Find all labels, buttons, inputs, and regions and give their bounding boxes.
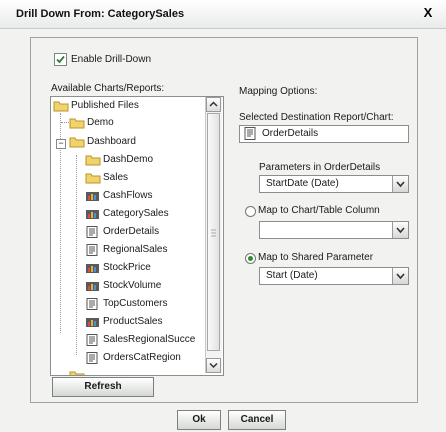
tree-item-label: ProductSales [103, 316, 163, 327]
tree-item-label: DashDemo [103, 154, 154, 165]
enable-drilldown-checkbox[interactable] [54, 53, 67, 66]
chart-icon [85, 316, 101, 334]
title-bar: Drill Down From: CategorySales X [0, 0, 446, 29]
tree-item-label: CashFlows [103, 190, 153, 201]
ok-button[interactable]: Ok [177, 410, 221, 430]
close-icon[interactable]: X [420, 5, 436, 21]
tree-item-label: OrdersCatRegion [103, 352, 181, 363]
tree-item-label: RegionalSales [103, 244, 168, 255]
destination-field[interactable]: OrderDetails [239, 125, 409, 143]
folder-icon [69, 370, 85, 375]
tree-item-label: StockPrice [103, 262, 151, 273]
tree-item-label: OrderDetails [103, 226, 160, 237]
tree-item-label: Demo [87, 117, 114, 128]
dropdown-button[interactable] [392, 268, 408, 284]
map-column-radio[interactable] [245, 206, 256, 217]
map-shared-radio[interactable] [245, 253, 256, 264]
report-icon [85, 226, 101, 244]
collapse-toggle-icon[interactable]: − [56, 139, 66, 149]
chart-icon [85, 208, 101, 226]
tree-item-label: Dashboard [87, 136, 136, 147]
chevron-up-icon [209, 101, 218, 107]
tree-scrollbar[interactable] [205, 97, 222, 373]
chevron-down-icon [209, 362, 218, 369]
chart-icon [85, 280, 101, 298]
map-shared-label: Map to Shared Parameter [258, 252, 374, 263]
tree-item-label: Sales [103, 172, 129, 183]
grip-icon [211, 229, 216, 237]
chevron-down-icon [396, 227, 405, 234]
folder-icon [85, 172, 101, 190]
folder-icon [85, 154, 101, 172]
chart-icon [85, 190, 101, 208]
chevron-down-icon [396, 181, 405, 188]
map-column-select[interactable] [259, 221, 409, 239]
destination-value: OrderDetails [262, 128, 319, 139]
parameters-value: StartDate (Date) [266, 178, 339, 189]
tree-connector [76, 155, 77, 355]
tree-item-label: Published Files [71, 100, 139, 111]
report-icon [85, 334, 101, 352]
enable-drilldown-label: Enable Drill-Down [71, 54, 152, 65]
parameters-select[interactable]: StartDate (Date) [259, 175, 409, 193]
map-shared-value: Start (Date) [266, 270, 318, 281]
folder-icon [69, 117, 85, 135]
dropdown-button[interactable] [392, 176, 408, 192]
chart-icon [85, 262, 101, 280]
tree-item-label: TopCustomers [103, 298, 168, 309]
folder-icon [69, 136, 85, 154]
charts-tree[interactable]: − Published Files Demo Dashboard DashDem… [50, 96, 224, 376]
chevron-down-icon [396, 273, 405, 280]
map-column-label: Map to Chart/Table Column [258, 205, 380, 216]
report-icon [85, 244, 101, 262]
scroll-up-button[interactable] [206, 97, 221, 112]
tree-item-label: SalesRegionalSucce [103, 334, 196, 345]
folder-icon [53, 100, 69, 118]
radio-selected-dot [248, 256, 253, 261]
tree-item-label: StockVolume [103, 280, 162, 291]
tree-item-label: CategorySales [103, 208, 169, 219]
report-icon [244, 127, 256, 146]
report-icon [85, 298, 101, 316]
refresh-button[interactable]: Refresh [52, 377, 154, 397]
tree-connector [61, 122, 69, 123]
destination-label: Selected Destination Report/Chart: [239, 112, 394, 123]
scroll-down-button[interactable] [206, 358, 221, 373]
checkmark-icon [56, 55, 65, 64]
dropdown-button[interactable] [392, 222, 408, 238]
available-charts-label: Available Charts/Reports: [51, 83, 165, 94]
cancel-button[interactable]: Cancel [228, 410, 286, 430]
parameters-label: Parameters in OrderDetails [259, 162, 381, 173]
map-shared-select[interactable]: Start (Date) [259, 267, 409, 285]
scroll-thumb[interactable] [207, 113, 220, 351]
dialog-title: Drill Down From: CategorySales [16, 8, 185, 20]
mapping-options-label: Mapping Options: [239, 86, 318, 97]
report-icon [85, 352, 101, 370]
